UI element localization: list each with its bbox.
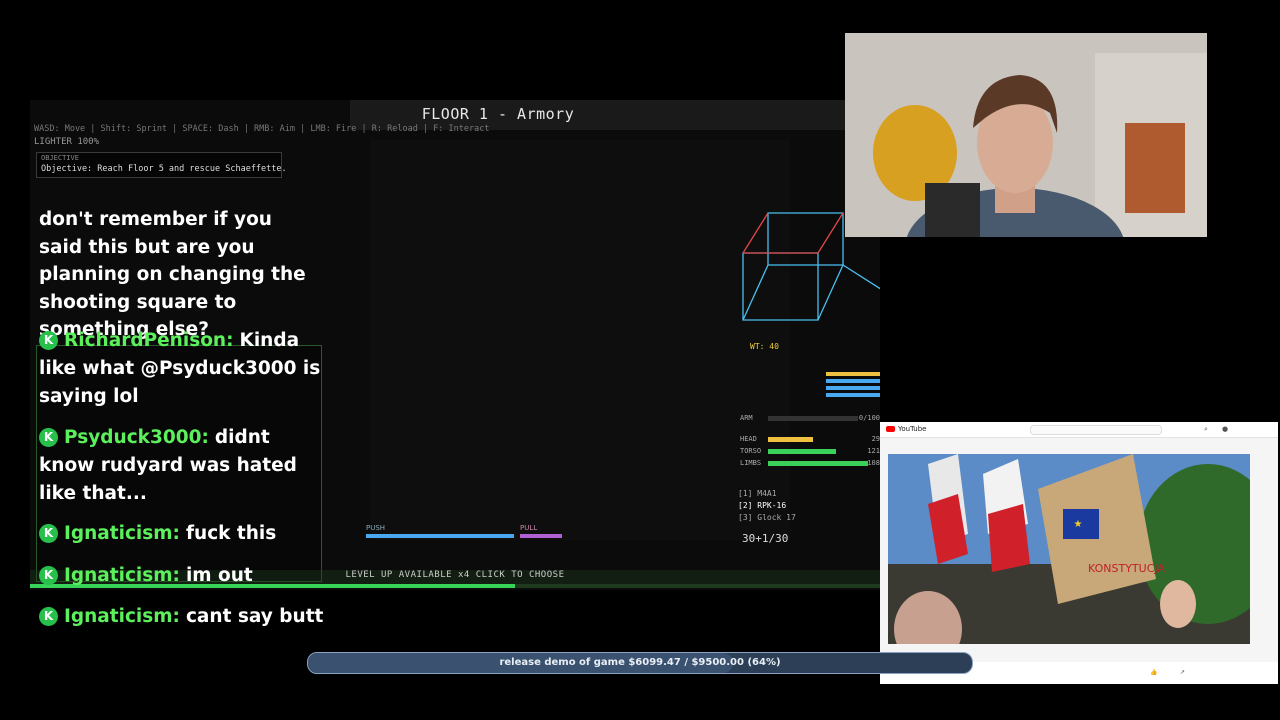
youtube-header: YouTube ⌕ ● <box>880 422 1278 438</box>
torso-label: TORSO <box>740 447 762 455</box>
svg-text:★: ★ <box>1074 519 1083 530</box>
lighter-status: LIGHTER 100% <box>34 137 100 147</box>
chat-message: K Ignaticism: im out <box>39 562 329 590</box>
limbs-label: LIMBS <box>740 459 762 467</box>
chat-username: Ignaticism: <box>64 565 180 586</box>
objective-panel: OBJECTIVE Objective: Reach Floor 5 and r… <box>36 152 287 178</box>
limbs-value: 108 <box>867 459 880 467</box>
head-value: 29 <box>871 435 880 443</box>
goal-text: release demo of game $6099.47 / $9500.00… <box>499 657 781 668</box>
chat-username: Ignaticism: <box>64 606 180 627</box>
chat-username: Psyduck3000: <box>64 427 209 448</box>
subscriber-badge-icon: K <box>39 524 58 543</box>
arm-value: 0/100 <box>858 414 880 422</box>
protest-video-frame: ★ KONSTYTUCJA <box>888 454 1250 644</box>
streamer-figure <box>845 33 1207 237</box>
subscriber-badge-icon: K <box>39 428 58 447</box>
floor-title: FLOOR 1 - Armory <box>421 105 575 123</box>
ammo-counter: 30+1/30 <box>742 532 789 545</box>
pull-label: PULL <box>520 524 538 532</box>
weapon-list: [1] M4A1 [2] RPK-16 [3] Glock 17 <box>738 488 796 524</box>
chat-username: Ignaticism: <box>64 523 180 544</box>
controls-hint: WASD: Move | Shift: Sprint | SPACE: Dash… <box>34 124 490 134</box>
like-icon[interactable]: 👍 <box>1150 669 1157 676</box>
chat-message: K Ignaticism: cant say butt <box>39 603 329 631</box>
search-icon[interactable]: ⌕ <box>1204 425 1208 434</box>
chat-message-question: don't remember if you said this but are … <box>39 209 306 340</box>
push-label: PUSH <box>366 524 386 532</box>
webcam-feed <box>845 33 1207 237</box>
youtube-logo-icon <box>886 426 895 432</box>
weapon-slot-3: [3] Glock 17 <box>738 513 796 522</box>
donation-goal-bar: release demo of game $6099.47 / $9500.00… <box>307 652 973 674</box>
torso-value: 121 <box>867 447 880 455</box>
arm-label: ARM <box>740 414 753 422</box>
weapon-slot-1: [1] M4A1 <box>738 489 777 498</box>
body-status-hud: ARM 0/100 HEAD 29 TORSO 121 LIMBS 108 <box>740 410 880 472</box>
search-input[interactable] <box>1030 425 1162 435</box>
objective-text: Objective: Reach Floor 5 and rescue Scha… <box>41 164 287 174</box>
sign-text: KONSTYTUCJA <box>1088 562 1165 575</box>
objective-header: OBJECTIVE <box>41 154 79 162</box>
youtube-logo-text: YouTube <box>898 425 927 433</box>
chat-message: K RichardPenison: Kinda like what @Psyduck… <box>39 327 329 411</box>
weapon-tag: WT: 40 <box>750 342 779 351</box>
subscriber-badge-icon: K <box>39 566 58 585</box>
chat-text: im out <box>185 565 253 586</box>
notification-icon[interactable]: ● <box>1222 425 1228 433</box>
youtube-window[interactable]: YouTube ⌕ ● ★ KONSTYTUCJA 👍 ↗ <box>880 422 1278 684</box>
head-label: HEAD <box>740 435 757 443</box>
weapon-slot-2: [2] RPK-16 <box>738 501 787 510</box>
subscriber-badge-icon: K <box>39 331 58 350</box>
video-player[interactable]: ★ KONSTYTUCJA <box>888 454 1250 644</box>
chat-text: fuck this <box>185 523 277 544</box>
skill-bar: PUSH PULL <box>366 524 566 554</box>
share-icon[interactable]: ↗ <box>1180 669 1185 676</box>
chat-message: K Psyduck3000: didnt know rudyard was hate… <box>39 424 329 508</box>
chat-text: cant say butt <box>185 606 324 627</box>
subscriber-badge-icon: K <box>39 607 58 626</box>
chat-username: RichardPenison: <box>64 330 234 351</box>
chat-message: K Ignaticism: fuck this <box>39 520 329 548</box>
